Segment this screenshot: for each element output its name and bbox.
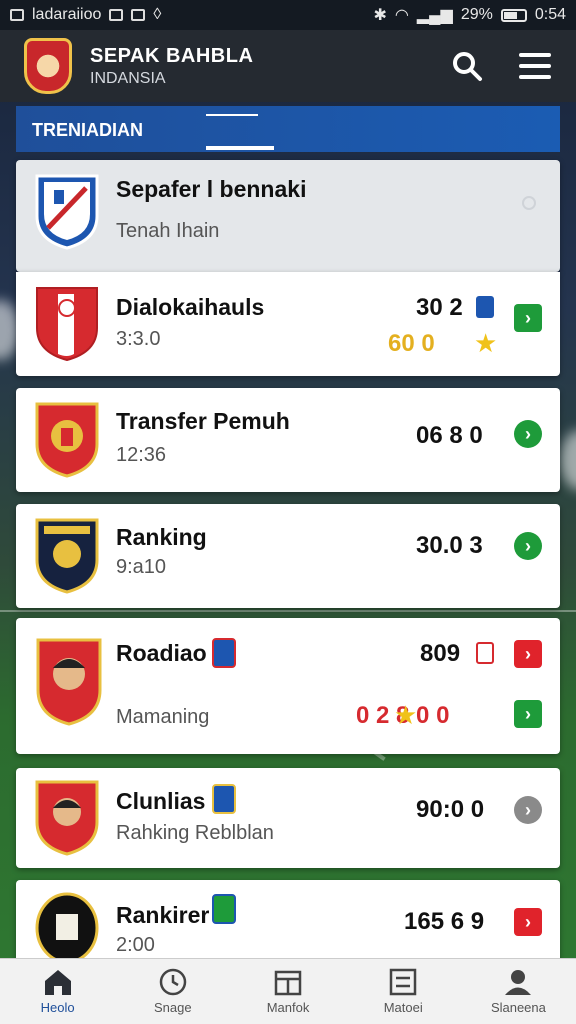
- notification-icon: [10, 9, 24, 21]
- nav-label: Heolo: [40, 1000, 75, 1015]
- item-title: Rankirer: [116, 902, 210, 928]
- item-title: Roadiao: [116, 640, 207, 666]
- item-time: Mamaning: [116, 706, 210, 728]
- list-icon: [389, 968, 417, 996]
- app-subtitle: INDANSIA: [90, 69, 166, 87]
- nav-label: Manfok: [266, 1000, 310, 1015]
- list-item[interactable]: Ranking 9:a10 30.0 3 ›: [16, 504, 560, 608]
- location-icon: ◊: [153, 6, 162, 23]
- notification-icon: [131, 9, 146, 21]
- star-icon: ★: [474, 328, 498, 358]
- stadium-light: [560, 430, 576, 490]
- item-score: 90:0 0: [416, 796, 485, 823]
- tab-label[interactable]: TRENIADIAN: [32, 120, 143, 140]
- pitch-line: [0, 610, 576, 612]
- wifi-icon: ◠: [394, 7, 409, 24]
- item-title: Clunlias: [116, 788, 206, 814]
- nav-item-snage[interactable]: Snage: [115, 959, 230, 1024]
- item-arrow-button[interactable]: ›: [514, 796, 542, 824]
- user-icon: [505, 970, 532, 995]
- team-logo-icon[interactable]: [24, 38, 72, 94]
- item-score: 30.0 3: [416, 532, 483, 559]
- club-crest-icon: [35, 402, 99, 478]
- item-time: 2:00: [116, 934, 155, 956]
- player-avatar-icon: [35, 780, 99, 856]
- home-icon: [44, 970, 71, 995]
- tab-indicator: [206, 114, 258, 116]
- notification-icon: [109, 9, 124, 21]
- item-time: 12:36: [116, 444, 167, 466]
- nav-label: Snage: [154, 1000, 192, 1015]
- item-time: Rahking Reblblan: [116, 822, 274, 844]
- nav-item-manfok[interactable]: Manfok: [230, 959, 345, 1024]
- list-item[interactable]: Dialokaihauls 3:3.0 30 2 60 0 ★ ›: [16, 272, 560, 376]
- item-arrow-button[interactable]: ›: [514, 640, 542, 668]
- club-crest-icon: [35, 892, 99, 964]
- list-item[interactable]: Transfer Pemuh 12:36 06 8 0 ›: [16, 388, 560, 492]
- item-time: 3:3.0: [116, 328, 161, 350]
- item-time: 9:a10: [116, 556, 167, 578]
- bottom-nav: Heolo Snage Manfok Matoei Slaneena: [0, 958, 576, 1024]
- status-left-text: ladaraiioo: [32, 6, 102, 23]
- nav-item-slaneena[interactable]: Slaneena: [461, 959, 576, 1024]
- team-badge-icon: [476, 642, 494, 664]
- item-title: Transfer Pemuh: [116, 408, 290, 434]
- item-title: Ranking: [116, 524, 207, 550]
- more-indicator-icon[interactable]: [522, 196, 536, 210]
- app-title: SEPAK BAHBLA: [90, 44, 254, 67]
- search-icon: [453, 52, 482, 81]
- item-arrow-button[interactable]: ›: [514, 908, 542, 936]
- clock-time: 0:54: [534, 6, 566, 23]
- tab-bar[interactable]: TRENIADIAN: [16, 106, 560, 152]
- item-score: 165 6 9: [404, 908, 485, 935]
- team-badge-icon: [212, 638, 236, 668]
- nav-label: Slaneena: [490, 1000, 546, 1015]
- battery-percent: 29%: [460, 6, 493, 23]
- search-button[interactable]: [450, 49, 484, 83]
- item-arrow-button[interactable]: ›: [514, 700, 542, 728]
- item-extra: 60 0: [388, 330, 435, 357]
- nav-label: Matoei: [383, 1000, 423, 1015]
- bluetooth-icon: ✱: [373, 7, 387, 24]
- club-crest-icon: [35, 518, 99, 594]
- player-avatar-icon: [36, 638, 102, 726]
- list-item[interactable]: Rankirer 2:00 165 6 9 ›: [16, 880, 560, 970]
- app-bar: SEPAK BAHBLA INDANSIA: [0, 30, 576, 102]
- tab-indicator: [206, 146, 274, 150]
- star-icon: ★: [394, 700, 418, 730]
- battery-icon: [500, 8, 527, 22]
- list-item[interactable]: Roadiao Mamaning 809 › 0 2 8 0 0 ★ ›: [16, 618, 560, 754]
- item-arrow-button[interactable]: ›: [514, 304, 542, 332]
- item-arrow-button[interactable]: ›: [514, 420, 542, 448]
- header-card-subtitle: Tenah Ihain: [116, 220, 220, 242]
- signal-icon: ▂▄▆: [416, 7, 453, 24]
- box-icon: [274, 970, 302, 996]
- clock-icon: [159, 968, 187, 996]
- item-title: Dialokaihauls: [116, 294, 265, 320]
- header-card-title: Sepafer l bennaki: [116, 176, 307, 202]
- team-badge-icon: [212, 784, 236, 814]
- item-arrow-button[interactable]: ›: [514, 532, 542, 560]
- team-badge-icon: [476, 296, 494, 318]
- club-crest-icon: [36, 287, 98, 362]
- header-card[interactable]: Sepafer l bennaki Tenah Ihain: [16, 160, 560, 272]
- menu-icon: [519, 53, 551, 79]
- club-crest-icon: [35, 174, 99, 250]
- status-bar: ladaraiioo ◊ ✱ ◠ ▂▄▆ 29% 0:54: [0, 0, 576, 30]
- list-item[interactable]: Clunlias Rahking Reblblan 90:0 0 ›: [16, 768, 560, 868]
- nav-item-home[interactable]: Heolo: [0, 959, 115, 1024]
- item-score: 30 2: [416, 294, 463, 321]
- item-score: 809: [420, 640, 461, 667]
- nav-item-matoei[interactable]: Matoei: [346, 959, 461, 1024]
- item-score: 06 8 0: [416, 422, 483, 449]
- team-badge-icon: [212, 894, 236, 924]
- menu-button[interactable]: [518, 49, 552, 83]
